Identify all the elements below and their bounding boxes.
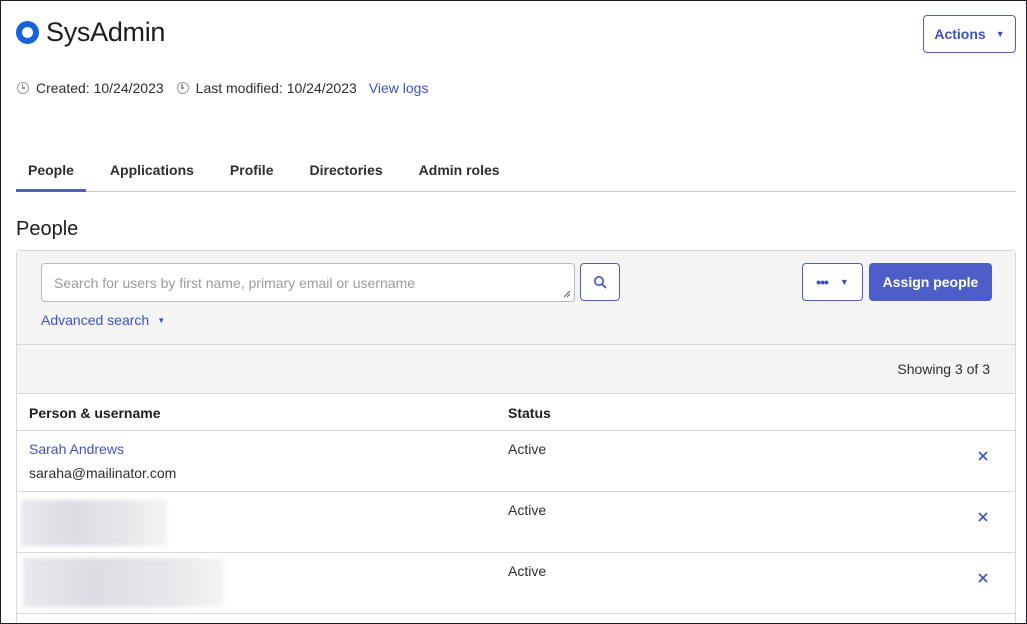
caret-down-icon: ▼ (839, 277, 849, 287)
created-info: Created: 10/24/2023 (17, 80, 164, 96)
tab-bar: People Applications Profile Directories … (16, 151, 1016, 192)
modified-date: Last modified: 10/24/2023 (195, 80, 357, 96)
tab-people[interactable]: People (16, 151, 86, 192)
more-options-button[interactable]: ••• ▼ (802, 263, 863, 301)
caret-down-icon: ▼ (157, 315, 166, 325)
app-frame: SysAdmin Actions ▼ Created: 10/24/2023 L… (0, 0, 1027, 624)
search-input[interactable]: Search for users by first name, primary … (41, 263, 575, 302)
table-row: Sarah Andrews saraha@mailinator.com Acti… (17, 431, 1015, 492)
clock-icon (17, 82, 29, 94)
tab-profile[interactable]: Profile (218, 151, 286, 191)
close-icon (978, 451, 988, 461)
page-title: SysAdmin (46, 17, 166, 47)
status-value: Active (508, 563, 547, 579)
remove-person-button[interactable] (975, 448, 991, 464)
status-value: Active (508, 502, 547, 518)
remove-person-button[interactable] (975, 570, 991, 586)
created-date: Created: 10/24/2023 (36, 80, 164, 96)
table-row: Active (17, 553, 1015, 614)
section-title: People (16, 218, 79, 240)
search-placeholder: Search for users by first name, primary … (54, 274, 416, 291)
person-username: saraha@mailinator.com (29, 465, 177, 481)
tab-directories[interactable]: Directories (298, 151, 395, 191)
person-name-link[interactable]: Sarah Andrews (29, 441, 124, 457)
search-button[interactable] (580, 263, 620, 301)
search-icon (594, 276, 607, 289)
remove-person-button[interactable] (975, 509, 991, 525)
more-dots-icon: ••• (816, 274, 829, 290)
table-row: Active (17, 492, 1015, 553)
actions-button[interactable]: Actions ▼ (923, 15, 1016, 53)
metadata-row: Created: 10/24/2023 Last modified: 10/24… (17, 80, 428, 96)
page-header: SysAdmin (16, 17, 165, 48)
actions-button-label: Actions (934, 26, 986, 42)
tab-admin-roles[interactable]: Admin roles (407, 151, 512, 191)
caret-down-icon: ▼ (995, 29, 1005, 39)
advanced-search-label: Advanced search (41, 312, 150, 328)
resize-grip-icon[interactable] (563, 290, 571, 298)
view-logs-link[interactable]: View logs (369, 80, 429, 96)
results-count: Showing 3 of 3 (897, 361, 990, 377)
people-panel: Search for users by first name, primary … (16, 250, 1016, 623)
assign-people-button[interactable]: Assign people (869, 263, 992, 301)
redacted-person-info (21, 500, 167, 546)
results-count-bar: Showing 3 of 3 (17, 345, 1015, 394)
tab-applications[interactable]: Applications (98, 151, 206, 191)
group-icon (16, 21, 39, 44)
modified-info: Last modified: 10/24/2023 (176, 80, 357, 96)
clock-icon (176, 82, 189, 94)
status-value: Active (508, 441, 547, 457)
advanced-search-link[interactable]: Advanced search ▼ (41, 312, 165, 328)
close-icon (978, 573, 988, 583)
people-toolbar: Search for users by first name, primary … (17, 251, 1015, 345)
table-header: Person & username Status (17, 394, 1015, 431)
column-person-username: Person & username (29, 405, 161, 421)
column-status: Status (508, 405, 551, 421)
redacted-person-info (23, 558, 224, 607)
close-icon (978, 512, 988, 522)
